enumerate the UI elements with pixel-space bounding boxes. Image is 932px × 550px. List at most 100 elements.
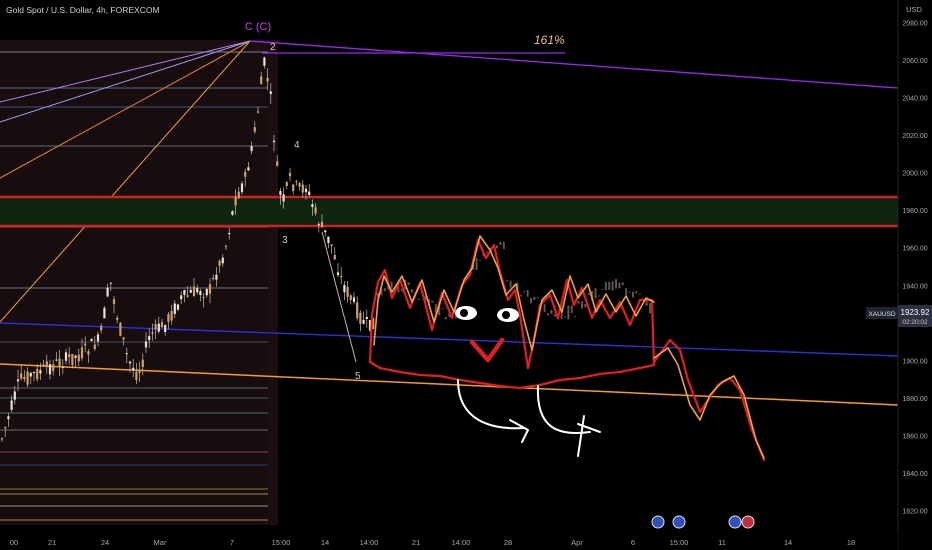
candle-body	[304, 188, 308, 193]
candle-body	[266, 77, 269, 82]
candle-body	[362, 319, 365, 324]
candle-body	[502, 241, 505, 249]
candle-body	[352, 297, 356, 303]
candle-body	[26, 371, 29, 385]
candle-body	[125, 353, 128, 355]
candle-body	[173, 303, 176, 314]
candle-body	[189, 289, 192, 293]
candle-body	[167, 314, 170, 322]
candle-body	[314, 207, 317, 214]
candle-body	[263, 57, 266, 66]
candle-body	[272, 140, 276, 143]
right-foot	[577, 415, 601, 457]
us-flag-icon	[728, 515, 742, 529]
candle-body	[577, 300, 580, 304]
candle-body	[109, 282, 112, 284]
candle-body	[256, 111, 260, 113]
candle-body	[349, 295, 352, 300]
wave-3-label: 3	[282, 235, 288, 246]
candle-body	[441, 308, 444, 310]
candle-body	[80, 347, 84, 359]
candle-body	[383, 288, 386, 292]
time-tick-label: 00	[10, 538, 18, 547]
symbol-title[interactable]: Gold Spot / U.S. Dollar, 4h, FOREXCOM	[6, 5, 160, 15]
green-zone	[0, 197, 898, 226]
candle-body	[279, 190, 282, 196]
candle-body	[250, 146, 253, 152]
candle-body	[533, 296, 536, 301]
candle-body	[36, 368, 39, 380]
wave-4-label: 4	[294, 140, 300, 151]
price-tick-label: 1860.00	[902, 433, 927, 440]
candle-body	[496, 245, 498, 249]
candle-body	[84, 343, 87, 346]
left-pupil	[460, 309, 468, 317]
candle-body	[621, 282, 624, 286]
candle-body	[536, 296, 539, 298]
candle-body	[122, 337, 125, 340]
price-tick-label: 2000.00	[902, 171, 927, 178]
price-chart[interactable]: C (C) 2 3 4 5 161% USD 2080.00 2060.00 204…	[0, 0, 932, 550]
candle-body	[55, 359, 58, 361]
price-tick-label: 1940.00	[902, 283, 927, 290]
event-icons[interactable]	[651, 515, 755, 529]
candle-body	[519, 294, 522, 297]
candle-body	[356, 302, 359, 319]
candle-body	[625, 288, 628, 295]
price-tick-label: 1960.00	[902, 246, 927, 253]
candle-body	[336, 272, 340, 276]
candle-body	[298, 183, 301, 187]
candle-body	[340, 275, 343, 278]
candle-body	[20, 373, 23, 379]
candle-body	[390, 281, 393, 289]
time-tick-label: Mar	[154, 538, 167, 547]
candle-body	[128, 361, 132, 364]
us-flag-icon	[741, 515, 755, 529]
candle-body	[4, 427, 7, 429]
time-tick-label: 15:00	[272, 538, 291, 547]
wave-2-label: 2	[270, 42, 276, 53]
candle-body	[7, 416, 10, 420]
candle-body	[553, 314, 556, 317]
candle-body	[148, 335, 151, 341]
candle-body	[479, 259, 481, 261]
candle-body	[93, 344, 96, 350]
candle-body	[237, 191, 240, 199]
time-tick-label: Apr	[571, 538, 583, 547]
candle-body	[13, 391, 16, 400]
candle-body	[16, 379, 20, 382]
candle-body	[311, 204, 314, 208]
candle-body	[228, 232, 231, 235]
candle-body	[42, 364, 45, 366]
candle-body	[327, 236, 330, 244]
candle-body	[119, 322, 122, 336]
candle-body	[359, 312, 362, 324]
candle-body	[141, 359, 144, 367]
candle-body	[292, 184, 295, 192]
time-axis-bg	[0, 533, 898, 550]
price-axis-bg	[898, 0, 932, 550]
candle-body	[618, 282, 621, 289]
candle-body	[96, 334, 100, 342]
time-tick-label: 6	[631, 538, 635, 547]
candle-body	[550, 309, 553, 315]
candle-body	[608, 281, 611, 290]
time-tick-label: 14	[784, 538, 792, 547]
candle-body	[68, 354, 71, 358]
candle-body	[103, 307, 106, 319]
drawing-down-path	[652, 338, 766, 462]
candle-body	[221, 257, 224, 264]
price-tick-label: 2020.00	[902, 133, 927, 140]
candle-body	[183, 290, 186, 295]
time-tick-label: 21	[412, 538, 420, 547]
left-foot	[509, 419, 529, 443]
candle-body	[29, 372, 32, 377]
mouth	[469, 337, 505, 363]
candle-body	[547, 313, 549, 316]
candle-body	[10, 400, 13, 410]
drawing-character	[368, 235, 766, 462]
candle-body	[611, 280, 614, 291]
candle-body	[224, 245, 228, 247]
candle-body	[240, 183, 244, 193]
candle-body	[499, 241, 502, 245]
